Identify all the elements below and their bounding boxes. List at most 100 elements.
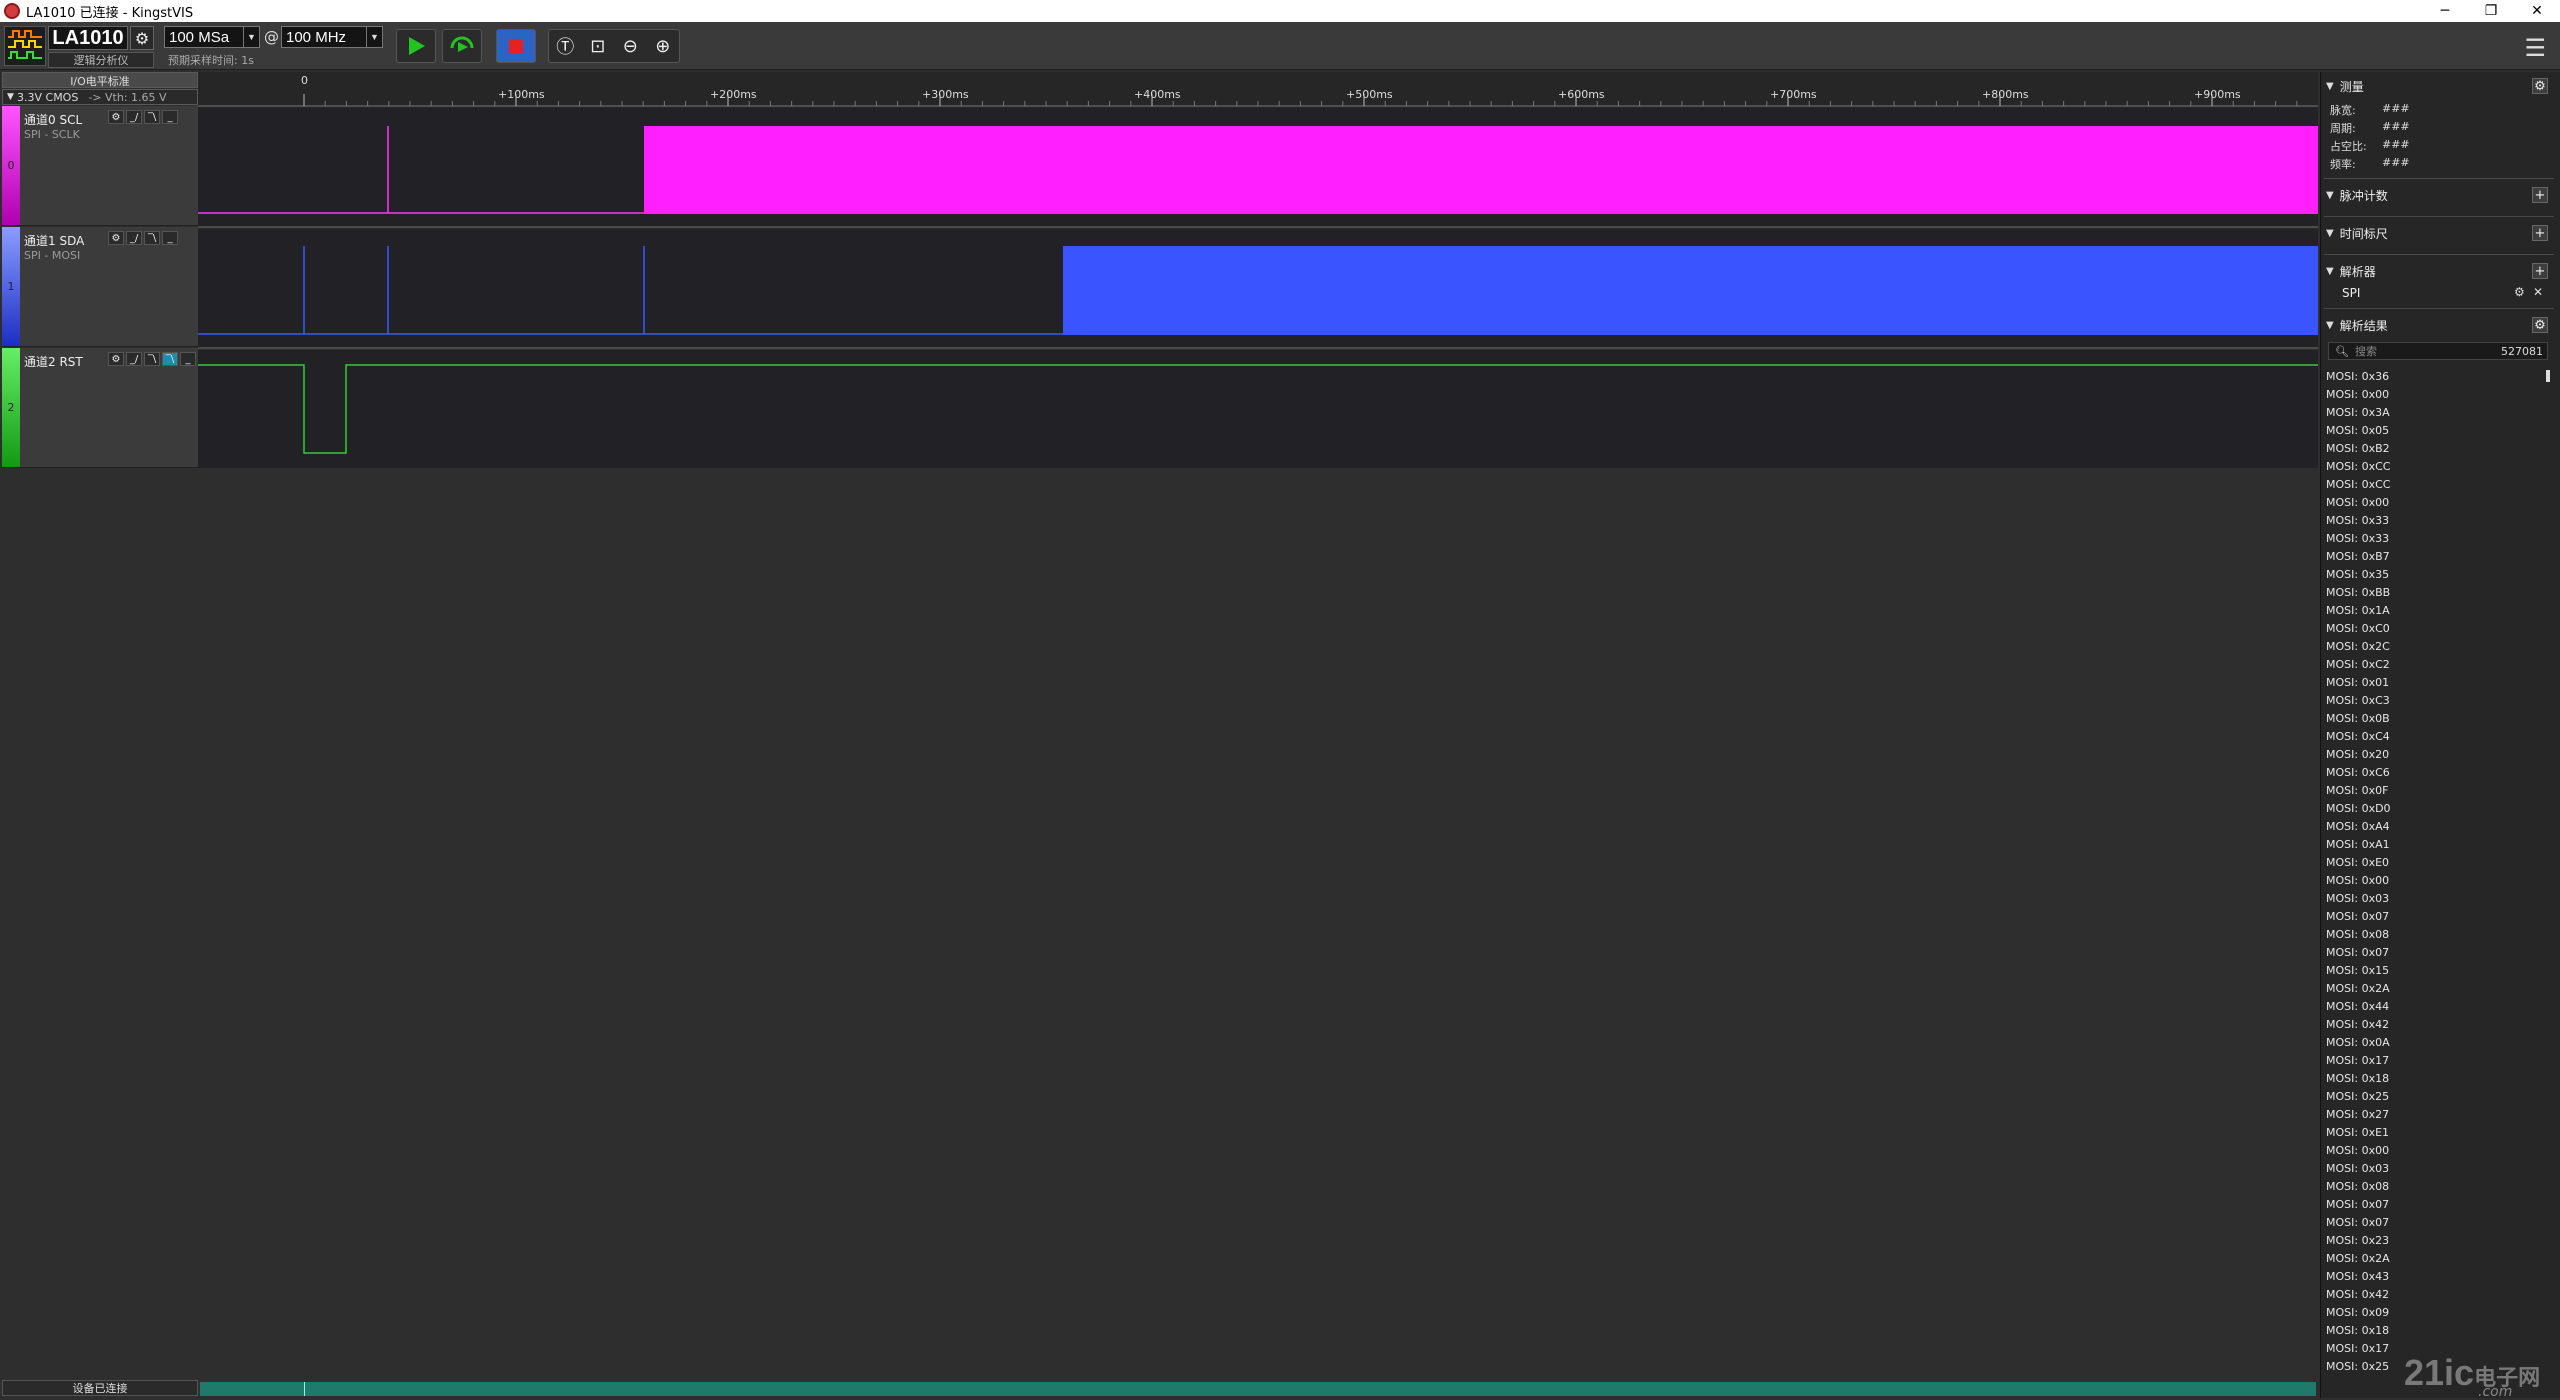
result-item[interactable]: MOSI: 0x36 — [2326, 368, 2548, 386]
zoom-fit-icon[interactable]: ⊡ — [585, 36, 611, 57]
result-item[interactable]: MOSI: 0x2A — [2326, 1250, 2548, 1268]
gear-icon[interactable]: ⚙ — [108, 110, 124, 124]
result-item[interactable]: MOSI: 0x03 — [2326, 1160, 2548, 1178]
result-item[interactable]: MOSI: 0x35 — [2326, 566, 2548, 584]
result-item[interactable]: MOSI: 0xE1 — [2326, 1124, 2548, 1142]
result-item[interactable]: MOSI: 0x44 — [2326, 998, 2548, 1016]
rising-edge-icon[interactable]: _/ — [126, 352, 142, 366]
low-level-icon[interactable]: _ — [180, 352, 196, 366]
io-standard-select[interactable]: ▼ 3.3V CMOS -> Vth: 1.65 V — [2, 89, 198, 105]
close-button[interactable]: ✕ — [2514, 0, 2560, 22]
add-pulse-count-button[interactable]: + — [2532, 187, 2548, 203]
results-scrollbar-thumb[interactable] — [2546, 370, 2550, 382]
result-item[interactable]: MOSI: 0x08 — [2326, 1178, 2548, 1196]
measure-settings-gear-icon[interactable]: ⚙ — [2532, 78, 2548, 94]
analyzer-item-spi[interactable]: SPI — [2342, 284, 2542, 302]
result-item[interactable]: MOSI: 0xA4 — [2326, 818, 2548, 836]
result-item[interactable]: MOSI: 0x00 — [2326, 386, 2548, 404]
minimize-button[interactable]: ─ — [2422, 0, 2468, 22]
result-item[interactable]: MOSI: 0xE0 — [2326, 854, 2548, 872]
result-item[interactable]: MOSI: 0xC0 — [2326, 620, 2548, 638]
result-item[interactable]: MOSI: 0x00 — [2326, 494, 2548, 512]
falling-edge-trigger-active-icon[interactable]: ‾\ — [162, 352, 178, 366]
zoom-out-icon[interactable]: ⊖ — [617, 36, 643, 57]
result-item[interactable]: MOSI: 0x20 — [2326, 746, 2548, 764]
channel-0-panel[interactable]: 0 通道0 SCL SPI - SCLK ⚙ _/ ‾\ _ — [2, 106, 198, 226]
result-item[interactable]: MOSI: 0x2A — [2326, 980, 2548, 998]
low-level-icon[interactable]: _ — [162, 231, 178, 245]
add-analyzer-button[interactable]: + — [2532, 263, 2548, 279]
result-item[interactable]: MOSI: 0xB2 — [2326, 440, 2548, 458]
result-item[interactable]: MOSI: 0x0B — [2326, 710, 2548, 728]
rising-edge-icon[interactable]: _/ — [126, 231, 142, 245]
loop-start-button[interactable] — [442, 29, 482, 63]
result-item[interactable]: MOSI: 0x0F — [2326, 782, 2548, 800]
result-item[interactable]: MOSI: 0x00 — [2326, 872, 2548, 890]
analyzer-close-icon[interactable]: ✕ — [2533, 285, 2543, 299]
result-item[interactable]: MOSI: 0x23 — [2326, 1232, 2548, 1250]
result-item[interactable]: MOSI: 0xC6 — [2326, 764, 2548, 782]
result-item[interactable]: MOSI: 0x3A — [2326, 404, 2548, 422]
result-item[interactable]: MOSI: 0x05 — [2326, 422, 2548, 440]
result-item[interactable]: MOSI: 0x00 — [2326, 1142, 2548, 1160]
result-item[interactable]: MOSI: 0x07 — [2326, 1214, 2548, 1232]
add-time-ruler-button[interactable]: + — [2532, 225, 2548, 241]
result-item[interactable]: MOSI: 0xD0 — [2326, 800, 2548, 818]
pulse-count-section-header[interactable]: ▼ 脉冲计数 — [2326, 186, 2552, 204]
result-item[interactable]: MOSI: 0x1A — [2326, 602, 2548, 620]
result-item[interactable]: MOSI: 0xBB — [2326, 584, 2548, 602]
results-list[interactable]: MOSI: 0x36 MOSI: 0x00 MOSI: 0x3A MOSI: 0x05… — [2326, 368, 2548, 1376]
waveform-area[interactable] — [198, 108, 2318, 468]
result-item[interactable]: MOSI: 0x01 — [2326, 674, 2548, 692]
result-item[interactable]: MOSI: 0x42 — [2326, 1016, 2548, 1034]
falling-edge-icon[interactable]: ‾\ — [144, 231, 160, 245]
result-item[interactable]: MOSI: 0xB7 — [2326, 548, 2548, 566]
time-ruler-section-header[interactable]: ▼ 时间标尺 — [2326, 224, 2552, 242]
result-item[interactable]: MOSI: 0x25 — [2326, 1088, 2548, 1106]
result-item[interactable]: MOSI: 0x15 — [2326, 962, 2548, 980]
result-item[interactable]: MOSI: 0x07 — [2326, 1196, 2548, 1214]
result-item[interactable]: MOSI: 0x0A — [2326, 1034, 2548, 1052]
device-settings-gear-icon[interactable]: ⚙ — [130, 26, 154, 50]
result-item[interactable]: MOSI: 0x07 — [2326, 944, 2548, 962]
start-button[interactable] — [396, 29, 436, 63]
results-settings-gear-icon[interactable]: ⚙ — [2532, 317, 2548, 333]
measure-section-header[interactable]: ▼ 测量 — [2326, 77, 2552, 95]
result-item[interactable]: MOSI: 0xC2 — [2326, 656, 2548, 674]
low-level-icon[interactable]: _ — [162, 110, 178, 124]
result-item[interactable]: MOSI: 0xCC — [2326, 476, 2548, 494]
text-tool-icon[interactable]: Ⓣ — [552, 33, 578, 59]
result-item[interactable]: MOSI: 0xC4 — [2326, 728, 2548, 746]
timeline-ruler[interactable]: 0 +100ms +200ms +300ms +400ms +500ms +600ms +70… — [198, 72, 2318, 108]
device-waveform-icon[interactable] — [4, 26, 46, 66]
result-item[interactable]: MOSI: 0x18 — [2326, 1322, 2548, 1340]
zoom-in-icon[interactable]: ⊕ — [650, 36, 676, 57]
sample-frequency-select[interactable]: 100 MHz ▼ — [281, 26, 383, 48]
overview-scrollbar[interactable] — [200, 1382, 2316, 1396]
falling-edge-icon[interactable]: ‾\ — [144, 352, 160, 366]
result-item[interactable]: MOSI: 0x18 — [2326, 1070, 2548, 1088]
menu-hamburger-icon[interactable]: ☰ — [2524, 34, 2546, 62]
gear-icon[interactable]: ⚙ — [108, 352, 124, 366]
stop-button[interactable] — [496, 29, 536, 63]
result-item[interactable]: MOSI: 0xCC — [2326, 458, 2548, 476]
result-item[interactable]: MOSI: 0x07 — [2326, 908, 2548, 926]
falling-edge-icon[interactable]: ‾\ — [144, 110, 160, 124]
results-section-header[interactable]: ▼ 解析结果 — [2326, 316, 2552, 334]
result-item[interactable]: MOSI: 0x2C — [2326, 638, 2548, 656]
analyzer-gear-icon[interactable]: ⚙ — [2514, 285, 2525, 299]
result-item[interactable]: MOSI: 0x42 — [2326, 1286, 2548, 1304]
result-item[interactable]: MOSI: 0x43 — [2326, 1268, 2548, 1286]
result-item[interactable]: MOSI: 0x09 — [2326, 1304, 2548, 1322]
result-item[interactable]: MOSI: 0x33 — [2326, 512, 2548, 530]
result-item[interactable]: MOSI: 0x17 — [2326, 1052, 2548, 1070]
gear-icon[interactable]: ⚙ — [108, 231, 124, 245]
results-search-input[interactable]: 🔍︎ 搜索 527081 — [2328, 342, 2548, 360]
restore-button[interactable]: ❐ — [2468, 0, 2514, 22]
result-item[interactable]: MOSI: 0x27 — [2326, 1106, 2548, 1124]
result-item[interactable]: MOSI: 0x08 — [2326, 926, 2548, 944]
analyzer-section-header[interactable]: ▼ 解析器 — [2326, 262, 2552, 280]
channel-2-panel[interactable]: 2 通道2 RST ⚙ _/ ‾\ ‾\ _ — [2, 348, 198, 468]
result-item[interactable]: MOSI: 0xC3 — [2326, 692, 2548, 710]
result-item[interactable]: MOSI: 0x03 — [2326, 890, 2548, 908]
